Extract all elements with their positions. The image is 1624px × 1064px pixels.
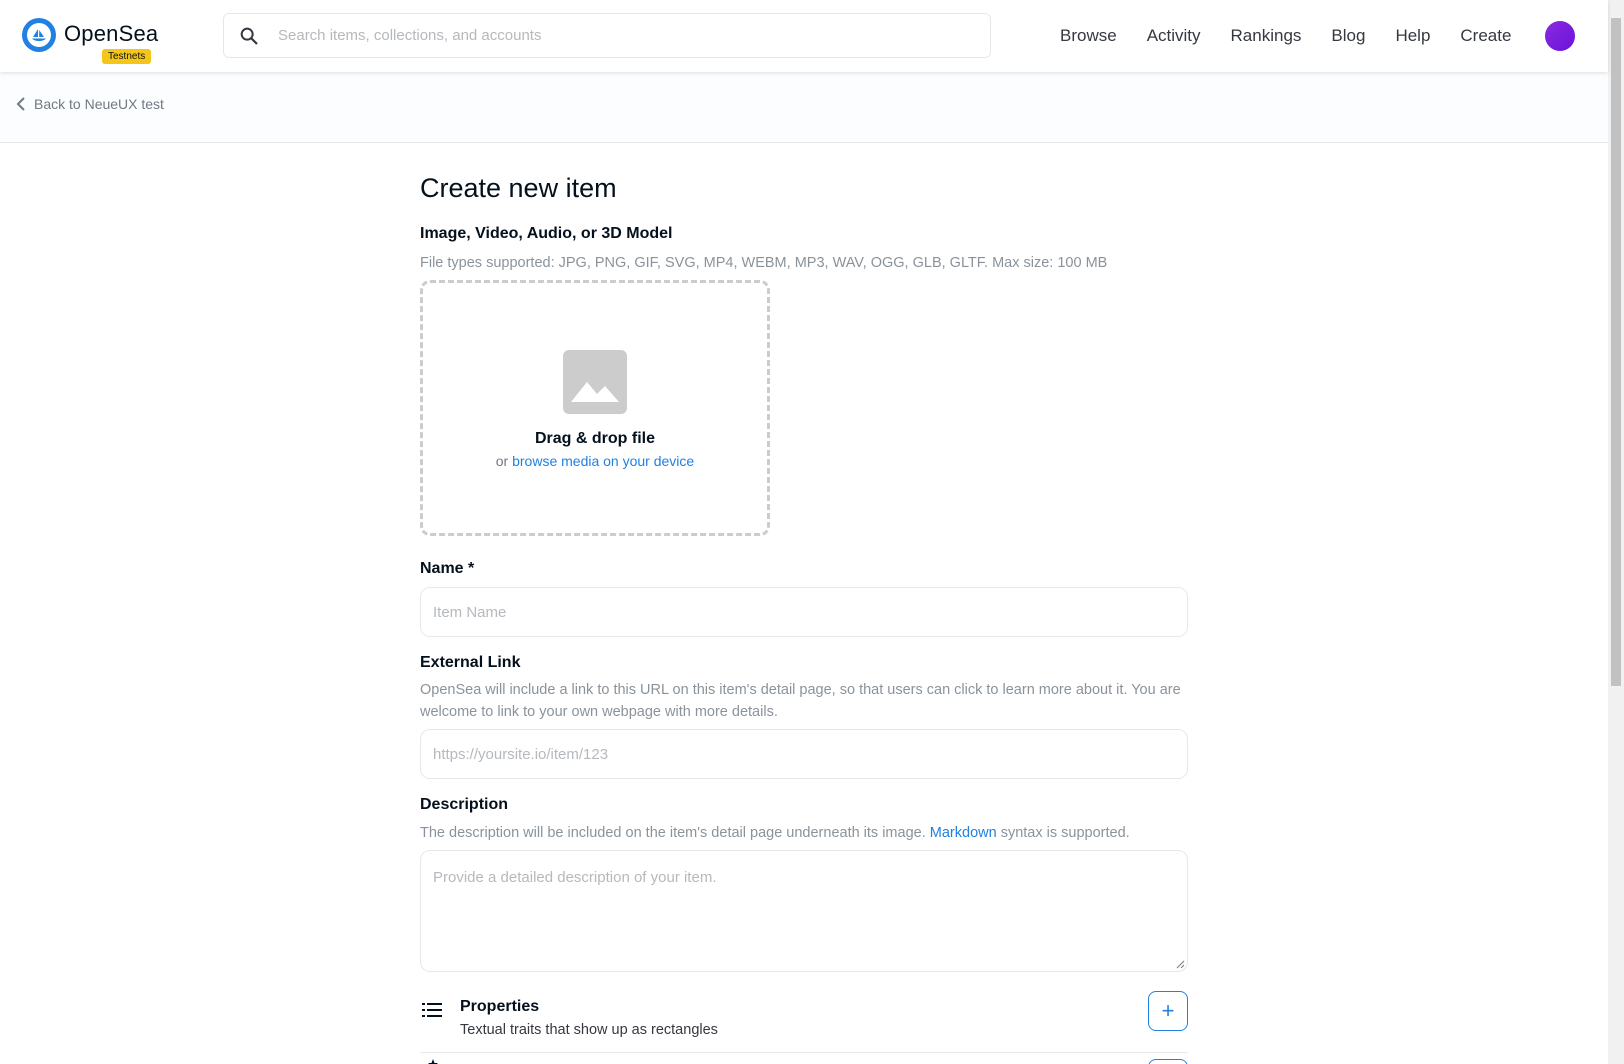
name-input[interactable] [421, 588, 1187, 636]
avatar[interactable] [1545, 21, 1575, 51]
resize-handle-icon[interactable] [1175, 959, 1185, 969]
opensea-logo-icon[interactable] [22, 18, 56, 52]
page-title: Create new item [420, 173, 617, 203]
markdown-link[interactable]: Markdown [930, 825, 997, 841]
chevron-left-icon [16, 97, 25, 111]
media-hint: File types supported: JPG, PNG, GIF, SVG… [420, 255, 1108, 271]
description-label: Description [420, 796, 509, 813]
add-levels-button[interactable] [1148, 1059, 1188, 1064]
nav-help[interactable]: Help [1395, 26, 1430, 46]
nav-browse[interactable]: Browse [1060, 26, 1117, 46]
external-link-label: External Link [420, 654, 521, 671]
properties-subtitle: Textual traits that show up as rectangle… [460, 1022, 718, 1038]
nav-create[interactable]: Create [1460, 26, 1511, 46]
media-dropzone[interactable]: Drag & drop file or browse media on your… [420, 280, 770, 536]
search-bar[interactable] [223, 13, 991, 58]
scrollbar-thumb[interactable] [1611, 18, 1621, 686]
external-link-hint: OpenSea will include a link to this URL … [420, 682, 1181, 720]
back-bar [0, 72, 1608, 143]
star-icon [428, 1059, 438, 1064]
nav-rankings[interactable]: Rankings [1231, 26, 1302, 46]
dropzone-or-text: or [495, 453, 509, 469]
search-icon [240, 27, 258, 44]
browse-media-link[interactable]: browse media on your device [512, 453, 694, 469]
image-placeholder-icon [563, 350, 627, 414]
name-field[interactable] [420, 587, 1188, 637]
properties-title: Properties [460, 998, 540, 1015]
top-nav-bar: OpenSea Testnets Browse Activity Ranking… [0, 0, 1608, 72]
brand-name[interactable]: OpenSea [64, 21, 158, 47]
external-link-input[interactable] [421, 730, 1187, 778]
levels-row-peek [420, 1055, 1188, 1064]
testnets-badge: Testnets [102, 49, 152, 64]
main-nav: Browse Activity Rankings Blog Help Creat… [1060, 0, 1541, 72]
description-textarea[interactable] [421, 851, 1187, 967]
nav-blog[interactable]: Blog [1331, 26, 1365, 46]
dropzone-subtitle: or browse media on your device [496, 453, 694, 469]
description-hint-after: syntax is supported. [1000, 825, 1130, 841]
nav-activity[interactable]: Activity [1147, 26, 1201, 46]
name-label: Name * [420, 560, 475, 577]
back-link[interactable]: Back to NeueUX test [16, 96, 164, 112]
description-field[interactable] [420, 850, 1188, 972]
media-label: Image, Video, Audio, or 3D Model [420, 225, 673, 242]
back-link-label: Back to NeueUX test [34, 96, 164, 112]
dropzone-title: Drag & drop file [534, 430, 655, 447]
add-properties-button[interactable]: + [1148, 991, 1188, 1031]
properties-row: Properties Textual traits that show up a… [420, 988, 1188, 1053]
list-icon [422, 1003, 442, 1017]
description-hint: The description will be included on the … [420, 822, 1190, 844]
description-hint-before: The description will be included on the … [420, 825, 926, 841]
search-input[interactable] [278, 27, 958, 44]
external-link-field[interactable] [420, 729, 1188, 779]
